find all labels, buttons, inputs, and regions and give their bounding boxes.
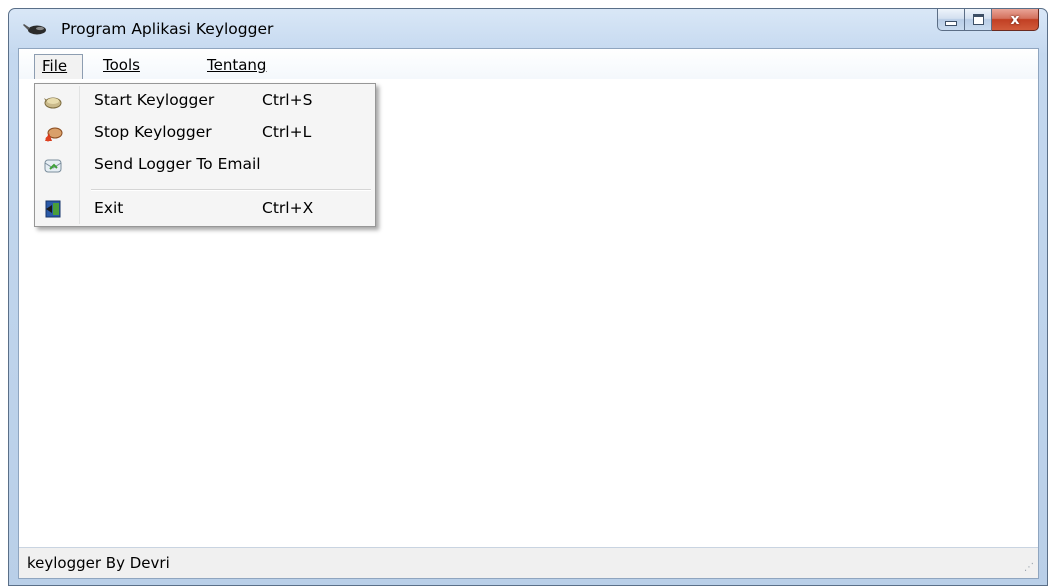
menu-item-label: Stop Keylogger	[94, 123, 212, 141]
menu-bar: File Tools Tentang	[19, 49, 1038, 80]
status-text: keylogger By Devri	[27, 554, 170, 572]
menu-tools-label: Tools	[103, 56, 140, 74]
caption-buttons: x	[937, 9, 1039, 33]
menu-item-label: Start Keylogger	[94, 91, 215, 109]
menu-item-label: Send Logger To Email	[94, 155, 261, 173]
menu-item-start-keylogger[interactable]: Start Keylogger Ctrl+S	[35, 86, 375, 116]
maximize-button[interactable]	[965, 9, 992, 31]
file-dropdown-menu: Start Keylogger Ctrl+S Stop Keylogger Ct…	[34, 83, 376, 227]
start-icon	[43, 91, 63, 111]
menu-separator	[91, 189, 371, 191]
menu-item-shortcut: Ctrl+L	[262, 123, 312, 141]
minimize-icon	[945, 21, 957, 26]
exit-icon	[43, 199, 63, 219]
menu-item-shortcut: Ctrl+S	[262, 91, 313, 109]
maximize-icon	[972, 14, 984, 25]
close-icon: x	[1010, 11, 1020, 28]
menu-file[interactable]: File	[34, 54, 83, 80]
menu-item-exit[interactable]: Exit Ctrl+X	[35, 194, 375, 224]
window-title: Program Aplikasi Keylogger	[61, 20, 274, 38]
close-button[interactable]: x	[992, 9, 1039, 31]
menu-item-label: Exit	[94, 199, 124, 217]
menu-item-send-logger-to-email[interactable]: Send Logger To Email	[35, 150, 375, 180]
menu-file-label: File	[42, 57, 68, 75]
app-icon	[23, 22, 49, 36]
menu-tools[interactable]: Tools	[96, 54, 147, 76]
stop-icon	[43, 123, 63, 143]
title-bar[interactable]: Program Aplikasi Keylogger x	[9, 9, 1047, 47]
menu-item-shortcut: Ctrl+X	[262, 199, 314, 217]
menu-item-stop-keylogger[interactable]: Stop Keylogger Ctrl+L	[35, 118, 375, 148]
menu-tentang-label: Tentang	[207, 56, 267, 74]
email-icon	[43, 155, 63, 175]
menu-tentang[interactable]: Tentang	[200, 54, 273, 76]
resize-grip-icon[interactable]: ⋰	[1024, 563, 1034, 573]
minimize-button[interactable]	[937, 9, 965, 31]
status-bar: keylogger By Devri ⋰	[19, 547, 1038, 578]
